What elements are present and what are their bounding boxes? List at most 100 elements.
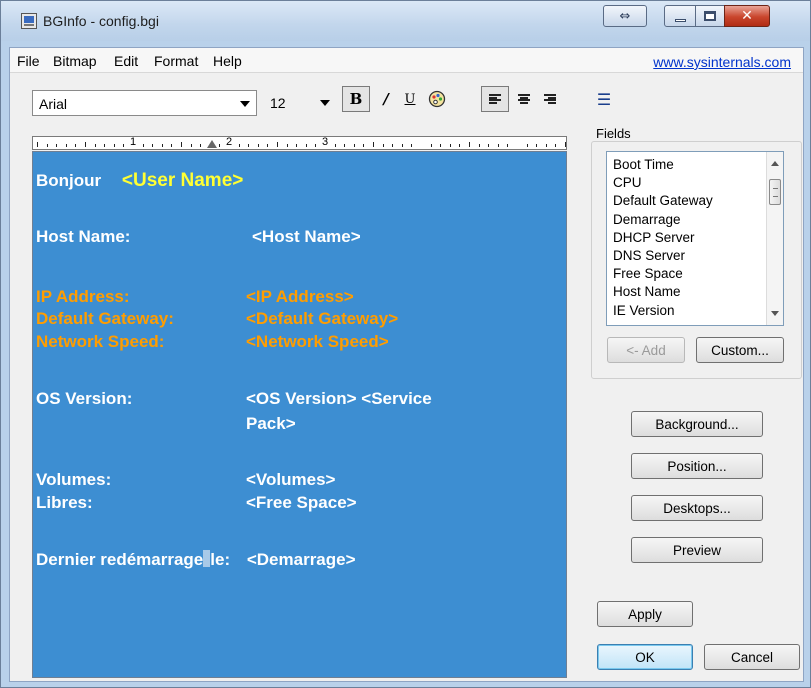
add-field-button[interactable]: <- Add — [607, 337, 685, 363]
field-item[interactable]: DNS Server — [613, 247, 713, 265]
ruler-tick — [459, 144, 461, 147]
ruler-tick — [469, 142, 470, 147]
ruler: 1 2 3 — [32, 136, 567, 150]
cancel-button[interactable]: Cancel — [704, 644, 800, 670]
os-version-field: <OS Version> <Service — [246, 389, 432, 408]
ruler-tick — [430, 144, 432, 147]
font-family-select[interactable]: Arial — [32, 90, 257, 116]
ruler-tick — [565, 142, 566, 147]
ruler-tick — [190, 144, 192, 147]
ok-button[interactable]: OK — [597, 644, 693, 670]
align-left-button[interactable] — [481, 86, 509, 112]
scroll-thumb[interactable] — [769, 179, 781, 205]
ruler-tick — [152, 144, 154, 147]
default-gateway-field: <Default Gateway> — [246, 309, 399, 328]
bullets-button[interactable]: ☰ — [590, 86, 618, 112]
font-family-value: Arial — [39, 96, 68, 112]
menu-help[interactable]: Help — [213, 53, 242, 69]
underline-icon: U — [404, 91, 416, 107]
font-size-select[interactable]: 12 — [264, 90, 336, 116]
host-name-label: Host Name: — [36, 227, 131, 246]
bold-button[interactable]: B — [342, 86, 370, 112]
ruler-tick — [94, 144, 96, 147]
fields-scrollbar[interactable] — [766, 152, 783, 325]
preview-button[interactable]: Preview — [631, 537, 763, 563]
ruler-tick — [296, 144, 298, 147]
maximize-button[interactable] — [695, 5, 725, 27]
ruler-tick — [478, 144, 480, 147]
volumes-field: <Volumes> — [246, 470, 336, 489]
ruler-tick — [104, 144, 106, 147]
ruler-tick — [75, 144, 77, 147]
field-item[interactable]: CPU — [613, 174, 713, 192]
text-editor[interactable]: Bonjour <User Name> Host Name: <Host Nam… — [32, 151, 567, 678]
ruler-tick — [171, 144, 173, 147]
ruler-tick — [56, 144, 58, 147]
reboot-label-suffix: le: — [210, 550, 231, 569]
minimize-icon — [674, 18, 686, 22]
field-item[interactable]: Free Space — [613, 265, 713, 283]
ruler-tick — [161, 144, 163, 147]
field-item[interactable]: IE Version — [613, 302, 713, 320]
free-space-label: Libres: — [36, 493, 93, 512]
ruler-tick — [411, 144, 413, 147]
custom-button[interactable]: Custom... — [696, 337, 784, 363]
palette-icon — [428, 90, 446, 108]
ruler-tick — [142, 144, 144, 147]
ruler-tick — [305, 144, 307, 147]
minimize-button[interactable] — [664, 5, 696, 27]
sysinternals-link[interactable]: www.sysinternals.com — [653, 54, 791, 70]
switch-arrows-icon: ⇔ — [619, 8, 631, 24]
fields-listbox[interactable]: Boot Time CPU Default Gateway Demarrage … — [606, 151, 784, 326]
ruler-tick — [449, 144, 451, 147]
ruler-tick — [267, 144, 269, 147]
ruler-tick — [536, 144, 538, 147]
ruler-tick — [545, 144, 547, 147]
indent-marker[interactable] — [207, 140, 217, 148]
menu-bar: File Bitmap Edit Format Help www.sysinte… — [10, 48, 803, 73]
ruler-tick — [238, 144, 240, 147]
switch-window-button[interactable]: ⇔ — [603, 5, 647, 27]
underline-button[interactable]: U — [396, 86, 424, 112]
align-right-icon — [544, 94, 556, 104]
field-item[interactable]: Host Name — [613, 283, 713, 301]
align-left-icon — [489, 94, 501, 104]
menu-edit[interactable]: Edit — [114, 53, 138, 69]
ruler-tick — [440, 144, 442, 147]
desktops-button[interactable]: Desktops... — [631, 495, 763, 521]
ruler-tick — [363, 144, 365, 147]
title-bar[interactable]: BGInfo - config.bgi ⇔ ✕ — [1, 1, 810, 41]
menu-bitmap[interactable]: Bitmap — [53, 53, 97, 69]
apply-button[interactable]: Apply — [597, 601, 693, 627]
align-right-button[interactable] — [536, 86, 564, 112]
editor-line-reboot: Dernier redémarrage le: <Demarrage> — [36, 550, 356, 570]
reboot-label: Dernier redémarrage — [36, 550, 204, 569]
host-name-field: <Host Name> — [252, 227, 361, 246]
close-icon: ✕ — [741, 8, 753, 24]
ruler-tick — [248, 144, 250, 147]
ruler-tick — [488, 144, 490, 147]
field-item[interactable]: Boot Time — [613, 156, 713, 174]
ruler-tick — [257, 144, 259, 147]
scroll-down-icon[interactable] — [771, 311, 779, 316]
align-center-button[interactable] — [510, 86, 538, 112]
ruler-tick — [219, 144, 221, 147]
menu-format[interactable]: Format — [154, 53, 198, 69]
menu-file[interactable]: File — [17, 53, 40, 69]
field-item[interactable]: Default Gateway — [613, 192, 713, 210]
field-item[interactable]: Demarrage — [613, 211, 713, 229]
position-button[interactable]: Position... — [631, 453, 763, 479]
ruler-tick — [507, 144, 509, 147]
network-speed-label: Network Speed: — [36, 332, 165, 351]
scroll-up-icon[interactable] — [771, 161, 779, 166]
ruler-number: 1 — [130, 136, 137, 148]
text-color-button[interactable] — [423, 86, 451, 112]
chevron-down-icon — [240, 101, 250, 107]
background-button[interactable]: Background... — [631, 411, 763, 437]
network-speed-field: <Network Speed> — [246, 332, 389, 351]
ruler-tick — [555, 144, 557, 147]
client-area: File Bitmap Edit Format Help www.sysinte… — [9, 47, 804, 682]
bullet-list-icon: ☰ — [596, 89, 612, 109]
close-button[interactable]: ✕ — [724, 5, 770, 27]
field-item[interactable]: DHCP Server — [613, 229, 713, 247]
